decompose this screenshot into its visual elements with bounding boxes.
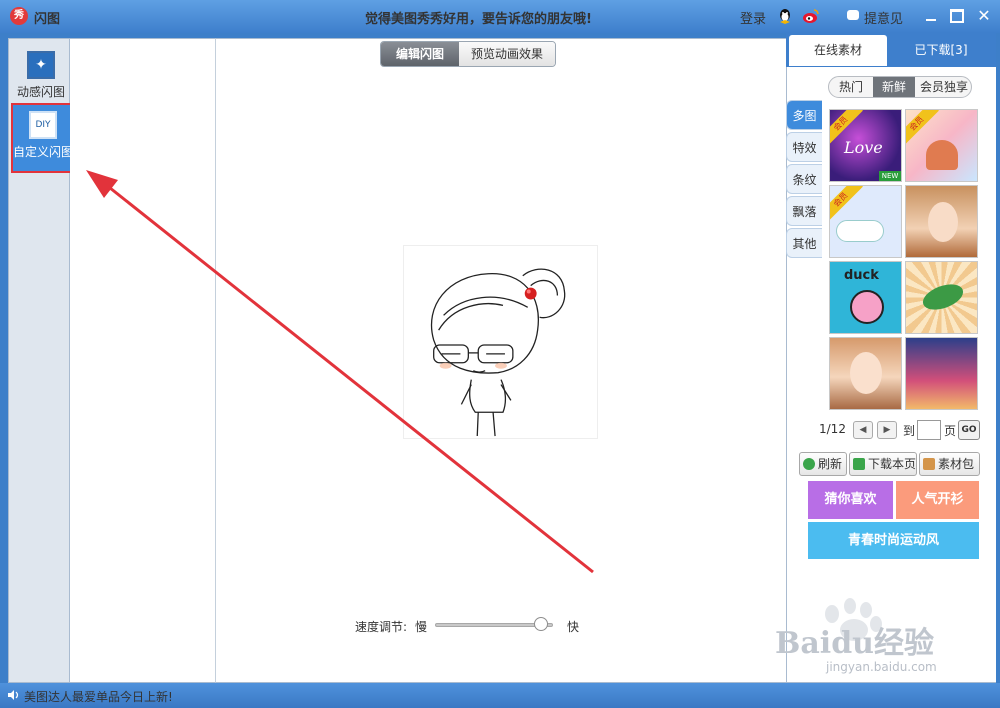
material-pack-button[interactable]: 素材包 [919,452,980,476]
login-link[interactable]: 登录 [740,8,766,27]
material-thumb-group-photo[interactable] [905,337,978,410]
feedback-link[interactable]: 提意见 [864,8,903,27]
tab-preview-animation[interactable]: 预览动画效果 [459,42,555,66]
promo-popular-cardigan[interactable]: 人气开衫 [896,481,979,519]
filter-new[interactable]: 新鲜 [873,77,915,97]
maximize-button[interactable] [950,9,964,23]
material-thumb-portrait-1[interactable] [905,185,978,258]
goto-label: 到 [903,424,916,438]
cupcake-shape [926,140,958,170]
material-thumb-cupcake[interactable]: 会员 [905,109,978,182]
app-logo-icon: 秀 [10,7,28,25]
package-icon [923,458,935,470]
vip-badge: 会员 [906,110,939,146]
diy-frame-icon: DIY [29,111,57,139]
thumb-love-text: Love [844,138,883,157]
minimize-button[interactable] [924,9,938,23]
status-message[interactable]: 美图达人最爱单品今日上新! [24,688,173,705]
sparkle-frame-icon: ✦ [27,51,55,79]
speaker-icon [8,690,19,700]
prev-page-button[interactable]: ◀ [853,421,873,439]
nav-item-dynamic-flash[interactable]: ✦ 动感闪图 [13,45,69,111]
promo-guess-you-like[interactable]: 猜你喜欢 [808,481,893,519]
face-shape [928,202,958,242]
download-page-button[interactable]: 下载本页 [849,452,917,476]
qq-icon[interactable] [777,8,793,25]
speed-label: 速度调节: [355,620,408,634]
refresh-label: 刷新 [818,457,843,471]
close-button[interactable]: ✕ [975,7,993,25]
category-other[interactable]: 其他 [786,228,822,258]
nav-item-custom-flash[interactable]: DIY 自定义闪图 [11,103,75,173]
vip-badge: 会员 [830,186,863,222]
nav-item-label: 动感闪图 [16,85,65,99]
cloud-shape [836,220,884,242]
page-indicator: 1/12 [819,422,846,436]
thumb-duck-text: duck [844,268,879,283]
window-title: 闪图 [34,12,61,27]
material-thumb-duck[interactable]: duck [829,261,902,334]
mode-tabs: 编辑闪图 预览动画效果 [380,41,556,67]
filter-hot[interactable]: 热门 [829,77,873,97]
material-thumb-portrait-2[interactable] [829,337,902,410]
category-falling[interactable]: 飘落 [786,196,822,226]
slogan-link[interactable]: 觉得美图秀秀好用，要告诉您的朋友哦! [365,8,592,27]
face-shape [850,352,882,394]
weibo-icon[interactable] [802,8,820,24]
material-thumb-leaf[interactable] [905,261,978,334]
next-page-button[interactable]: ▶ [877,421,897,439]
fast-label: 快 [567,620,580,634]
category-effect[interactable]: 特效 [786,132,822,162]
refresh-button[interactable]: 刷新 [799,452,847,476]
sketch-girl-image [403,245,598,439]
filter-vip-only[interactable]: 会员独享 [915,77,971,97]
promo-youth-sportswear[interactable]: 青春时尚运动风 [808,522,979,559]
tab-downloaded[interactable]: 已下载[3] [890,35,992,66]
watermark-url: jingyan.baidu.com [826,660,937,674]
download-page-label: 下载本页 [868,457,917,471]
go-button[interactable]: GO [958,420,980,440]
tab-online-materials[interactable]: 在线素材 [789,35,887,66]
material-thumb-love[interactable]: Love 会员 NEW [829,109,902,182]
category-stripe[interactable]: 条纹 [786,164,822,194]
slow-label: 慢 [415,620,428,634]
duck-face-shape [850,290,884,324]
material-thumb-cloud[interactable]: 会员 [829,185,902,258]
new-badge: NEW [879,171,901,181]
frame-list-panel [70,38,216,683]
material-pack-label: 素材包 [938,457,975,471]
nav-item-label: 自定义闪图 [13,145,74,159]
page-unit-label: 页 [944,424,957,438]
tab-edit-flash[interactable]: 编辑闪图 [381,42,459,66]
leaf-shape [919,279,967,315]
refresh-icon [803,458,815,470]
left-nav: ✦ 动感闪图 DIY 自定义闪图 [8,38,75,683]
watermark-brand: Baidu经验 [775,626,934,661]
filter-group: 热门 新鲜 会员独享 [828,76,972,98]
category-multi[interactable]: 多图 [786,100,822,130]
page-number-input[interactable] [917,420,941,440]
chat-bubble-icon[interactable] [847,10,859,20]
download-icon [853,458,865,470]
